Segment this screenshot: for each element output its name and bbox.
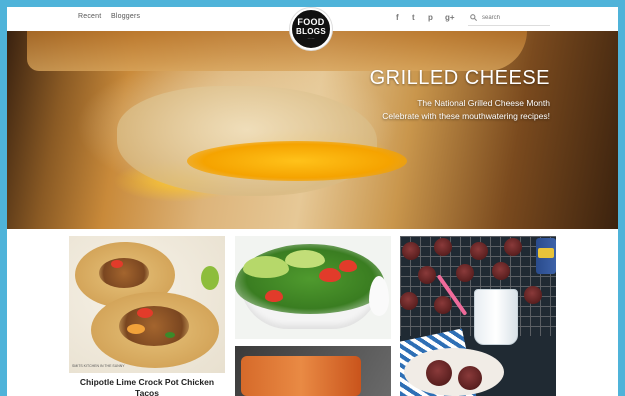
avocado-slice [285,250,325,268]
recipe-card-salad[interactable] [235,236,391,396]
cookie-plate [404,348,504,396]
lime-wedge [201,266,219,290]
logo-line-1: FOOD [297,17,325,27]
recipe-title[interactable]: Chipotle Lime Crock Pot Chicken Tacos [73,377,221,396]
cilantro-topping [165,332,175,338]
page-frame: Recent Bloggers f t p g+ FOOD BLOGS — — … [7,7,618,396]
cookie [418,266,436,284]
nav-bloggers-link[interactable]: Bloggers [111,13,140,20]
facebook-icon[interactable]: f [396,13,399,22]
cookie [402,242,420,260]
nav-recent-link[interactable]: Recent [78,13,101,20]
jam-jar [536,238,556,274]
tacos-photo[interactable]: SMITS KITCHEN IN THE SUNNY [69,236,225,373]
cookie [504,238,522,256]
salmon-photo[interactable] [235,346,391,396]
cookie [400,292,418,310]
cookie [524,286,542,304]
tomato-slice [319,268,341,282]
avocado-slice [243,256,289,278]
cookie [458,366,482,390]
salad-photo[interactable] [235,236,391,339]
hero-melted-cheese [187,141,407,181]
tomato-topping [137,308,153,318]
cookie [434,296,452,314]
recipe-card-cookies[interactable] [400,236,556,396]
photo-credit: SMITS KITCHEN IN THE SUNNY [72,364,125,368]
hero-bread-crust [27,31,527,71]
jar-label [538,248,554,258]
recipe-card-tacos[interactable]: SMITS KITCHEN IN THE SUNNY Chipotle Lime… [69,236,225,396]
dressing-jar [369,276,389,316]
cookie [470,242,488,260]
salmon-fillet [241,356,361,396]
cheese-topping [127,324,145,334]
cookies-photo[interactable] [400,236,556,396]
hero-title[interactable]: GRILLED CHEESE [370,67,550,90]
logo-line-3: — — [307,36,315,40]
site-logo[interactable]: FOOD BLOGS — — [290,8,332,50]
milk-glass [474,289,518,345]
google-plus-icon[interactable]: g+ [445,13,455,22]
pinterest-icon[interactable]: p [428,13,433,22]
cookie [434,238,452,256]
search-box[interactable] [468,11,550,26]
search-input[interactable] [482,11,548,24]
cookie [426,360,452,386]
chicken-topping [99,258,149,288]
search-icon [470,14,477,21]
hero-subtitle: The National Grilled Cheese Month Celebr… [382,98,550,121]
tomato-topping [111,260,123,268]
tomato-slice [265,290,283,302]
hero-banner[interactable]: GRILLED CHEESE The National Grilled Chee… [7,31,618,229]
cookie [492,262,510,280]
logo-line-2: BLOGS [296,27,326,36]
twitter-icon[interactable]: t [412,13,415,22]
cookie [456,264,474,282]
tomato-slice [339,260,357,272]
